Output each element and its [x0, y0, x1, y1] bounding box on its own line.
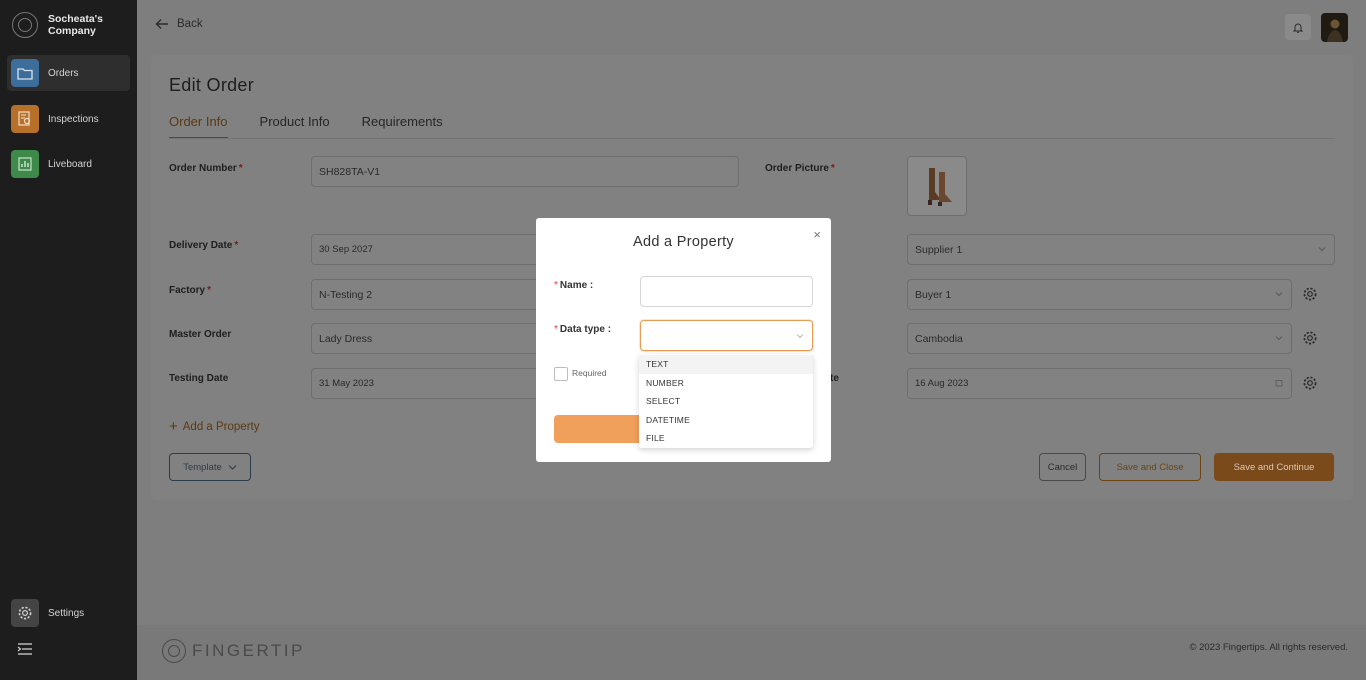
modal-title: Add a Property [633, 234, 734, 250]
property-name-input[interactable] [640, 276, 813, 307]
required-checkbox[interactable] [554, 367, 568, 381]
chevron-down-icon [1275, 336, 1283, 341]
save-and-continue-button[interactable]: Save and Continue [1214, 453, 1334, 481]
supplier-select[interactable]: Supplier 1 [907, 234, 1335, 265]
data-type-select[interactable] [640, 320, 813, 351]
tab-bar: Order Info Product Info Requirements [169, 114, 475, 139]
master-order-input[interactable]: Lady Dress [311, 323, 541, 354]
order-picture-thumbnail[interactable] [907, 156, 967, 216]
supplier-value: Supplier 1 [915, 243, 963, 256]
avatar[interactable] [1321, 13, 1348, 42]
fingertip-logo: FINGERTIP [162, 639, 305, 663]
option-number[interactable]: NUMBER [639, 374, 813, 393]
order-number-value: SH828TA-V1 [319, 165, 381, 178]
template-label: Template [183, 461, 222, 473]
country-select[interactable]: Cambodia [907, 323, 1292, 354]
order-number-input[interactable]: SH828TA-V1 [311, 156, 739, 187]
option-datetime[interactable]: DATETIME [639, 411, 813, 430]
gear-icon[interactable] [1302, 330, 1318, 346]
save-and-close-button[interactable]: Save and Close [1099, 453, 1201, 481]
plus-icon: + [169, 418, 178, 435]
brand: Socheata's Company [12, 12, 118, 38]
footer: FINGERTIP © 2023 Fingertips. All rights … [137, 625, 1366, 680]
testing-date-value: 31 May 2023 [319, 378, 374, 389]
country-value: Cambodia [915, 332, 963, 345]
order-number-label: Order Number * [169, 163, 243, 174]
tab-order-info[interactable]: Order Info [169, 114, 228, 139]
factory-select[interactable]: N-Testing 2 [311, 279, 541, 310]
fingertip-logo-icon [162, 639, 186, 663]
data-type-dropdown: TEXT NUMBER SELECT DATETIME FILE [639, 354, 813, 448]
buyer-value: Buyer 1 [915, 288, 952, 301]
sidebar-item-label: Settings [48, 607, 85, 619]
buyer-select[interactable]: Buyer 1 [907, 279, 1292, 310]
folder-icon [11, 59, 39, 87]
close-icon[interactable]: × [813, 227, 821, 242]
delivery-date-label: Delivery Date * [169, 240, 239, 251]
testing-date-input[interactable]: 31 May 2023 [311, 368, 541, 399]
master-order-value: Lady Dress [319, 332, 373, 345]
collapse-menu-icon[interactable] [17, 642, 33, 656]
sidebar-item-orders[interactable]: Orders [7, 55, 130, 91]
bell-icon [1293, 23, 1303, 33]
option-text[interactable]: TEXT [639, 355, 813, 374]
cancel-button[interactable]: Cancel [1039, 453, 1086, 481]
factory-value: N-Testing 2 [319, 288, 373, 301]
chevron-down-icon [1318, 247, 1326, 252]
tab-requirements[interactable]: Requirements [362, 114, 443, 139]
chevron-down-icon [796, 334, 804, 339]
master-order-label: Master Order [169, 329, 232, 340]
right-date-label: te [830, 373, 839, 384]
sidebar-item-settings[interactable]: Settings [7, 595, 130, 631]
boots-image [928, 168, 952, 206]
gear-icon[interactable] [1302, 286, 1318, 302]
sidebar: Socheata's Company Orders Inspections Li… [0, 0, 137, 680]
add-property-link[interactable]: + Add a Property [169, 418, 259, 435]
data-type-label: * Data type : [554, 324, 612, 335]
chart-icon [11, 150, 39, 178]
back-label: Back [177, 18, 203, 30]
gear-icon [11, 599, 39, 627]
sidebar-item-label: Inspections [48, 113, 99, 125]
inspection-icon [11, 105, 39, 133]
calendar-icon [1275, 380, 1283, 387]
notification-button[interactable] [1285, 14, 1311, 40]
page-title: Edit Order [169, 75, 255, 95]
add-property-label: Add a Property [182, 420, 260, 433]
name-label: * Name : [554, 280, 594, 291]
fingertip-logo-text: FINGERTIP [192, 641, 305, 660]
sidebar-item-liveboard[interactable]: Liveboard [7, 146, 130, 182]
sidebar-item-label: Orders [48, 67, 79, 79]
factory-label: Factory * [169, 285, 212, 296]
tab-product-info[interactable]: Product Info [260, 114, 330, 139]
chevron-down-icon [228, 464, 237, 470]
right-date-input[interactable]: 16 Aug 2023 [907, 368, 1292, 399]
template-button[interactable]: Template [169, 453, 251, 481]
option-file[interactable]: FILE [639, 429, 813, 448]
copyright-text: © 2023 Fingertips. All rights reserved. [1189, 642, 1348, 653]
testing-date-label: Testing Date [169, 373, 229, 384]
option-select[interactable]: SELECT [639, 392, 813, 411]
delivery-date-value: 30 Sep 2027 [319, 244, 373, 255]
gear-icon[interactable] [1302, 375, 1318, 391]
sidebar-item-label: Liveboard [48, 158, 92, 170]
tab-divider [169, 138, 1335, 139]
right-date-value: 16 Aug 2023 [915, 378, 969, 389]
company-name: Socheata's Company [48, 13, 104, 37]
company-logo-icon [12, 12, 38, 38]
delivery-date-input[interactable]: 30 Sep 2027 [311, 234, 541, 265]
order-picture-label: Order Picture * [765, 163, 835, 174]
required-label: Required [572, 368, 607, 378]
chevron-down-icon [1275, 292, 1283, 297]
sidebar-item-inspections[interactable]: Inspections [7, 101, 130, 137]
back-button[interactable]: Back [155, 18, 203, 30]
arrow-left-icon [155, 19, 168, 29]
